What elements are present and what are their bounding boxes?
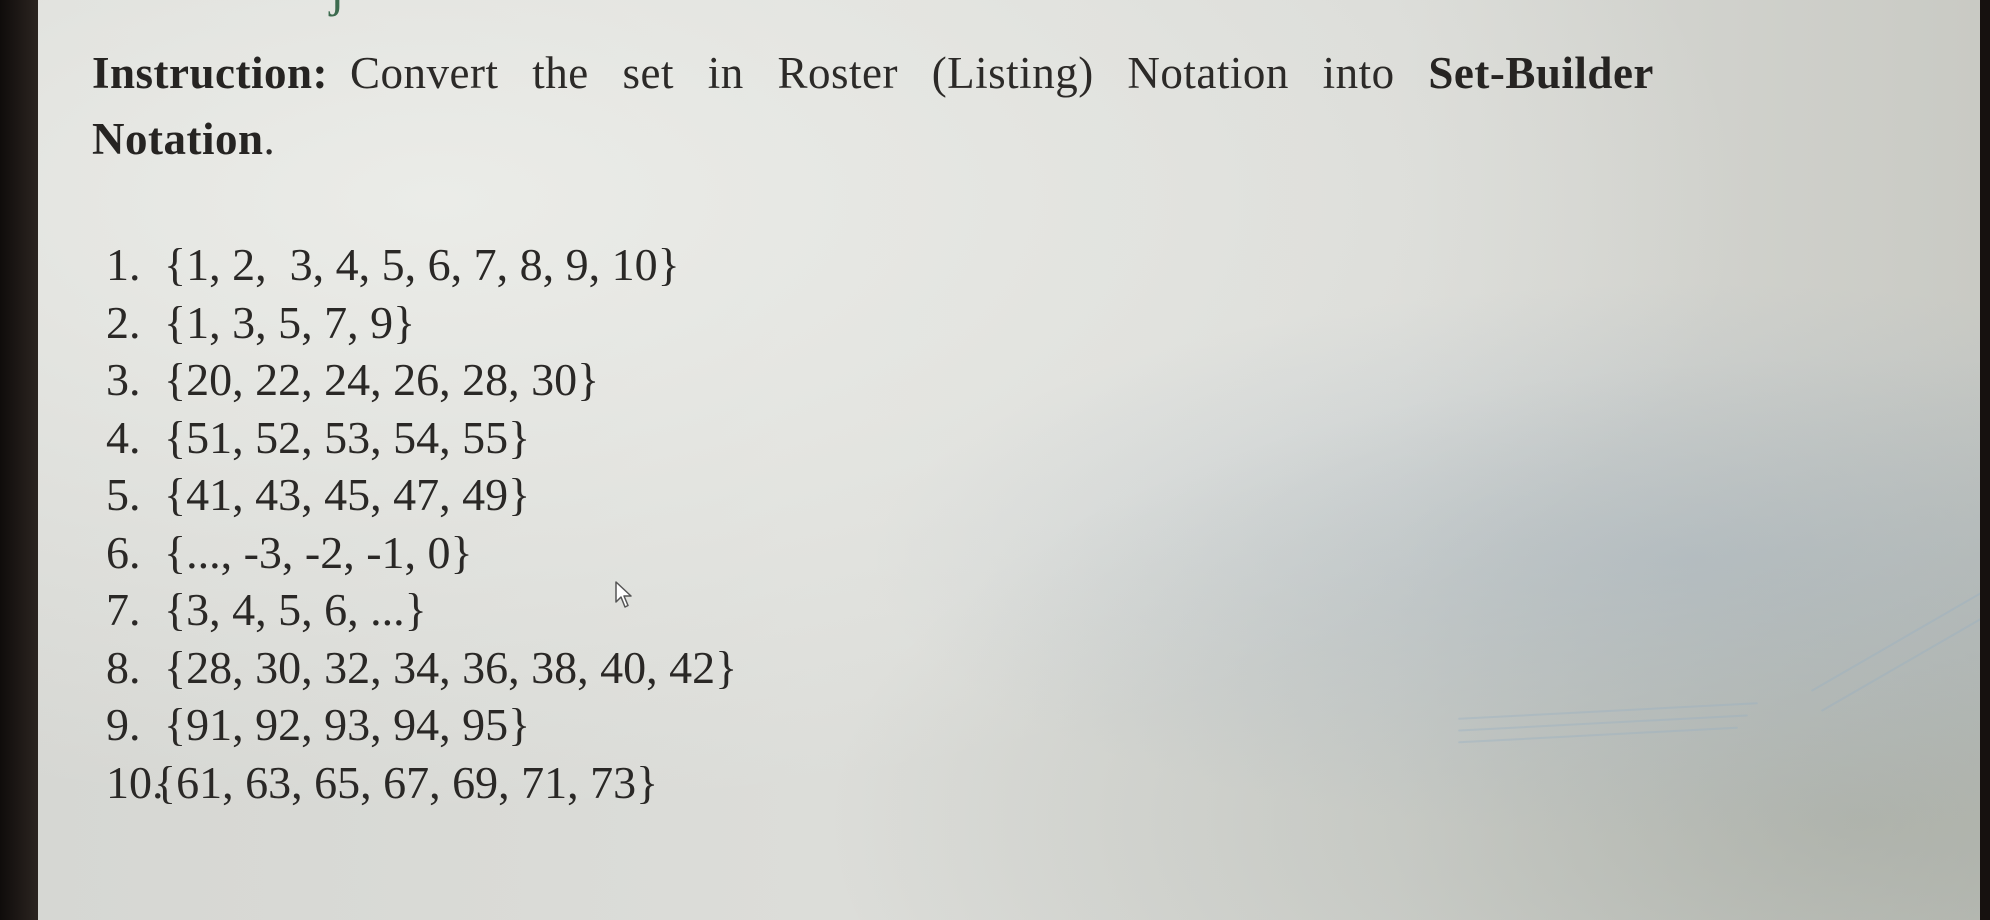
- problem-item: 8. {28, 30, 32, 34, 36, 38, 40, 42}: [106, 639, 737, 697]
- problem-item: 9. {91, 92, 93, 94, 95}: [106, 696, 737, 754]
- monitor-bezel-right: [1980, 0, 1990, 920]
- problem-set: {51, 52, 53, 54, 55}: [164, 411, 531, 463]
- cropped-heading-glyph: ȷ: [330, 0, 344, 18]
- problem-item: 7. {3, 4, 5, 6, ...}: [106, 581, 737, 639]
- background-decoration: [1820, 610, 1980, 712]
- problem-item: 2. {1, 3, 5, 7, 9}: [106, 294, 737, 352]
- instruction-bold-continuation: Notation: [92, 114, 264, 164]
- instruction-bold-term: Set-Builder: [1428, 48, 1654, 98]
- instruction-text: Convert the set in Roster (Listing) Nota…: [350, 48, 1395, 98]
- problem-set: {91, 92, 93, 94, 95}: [164, 699, 531, 750]
- problem-list: 1. {1, 2, 3, 4, 5, 6, 7, 8, 9, 10} 2. {1, …: [106, 236, 737, 811]
- problem-number: 7.: [106, 584, 141, 635]
- problem-item: 3. {20, 22, 24, 26, 28, 30}: [106, 351, 737, 409]
- background-decoration: [1810, 590, 1980, 692]
- problem-number: 8.: [106, 641, 141, 693]
- problem-item: 4. {51, 52, 53, 54, 55}: [106, 409, 737, 467]
- problem-item: 5. {41, 43, 45, 47, 49}: [106, 466, 737, 524]
- problem-number: 3.: [106, 354, 141, 405]
- problem-number: 9.: [106, 699, 141, 750]
- problem-number: 6.: [106, 526, 141, 578]
- instruction-ending: .: [263, 114, 276, 164]
- problem-item: 1. {1, 2, 3, 4, 5, 6, 7, 8, 9, 10}: [106, 236, 737, 294]
- problem-number: 4.: [106, 411, 141, 463]
- problem-set: {28, 30, 32, 34, 36, 38, 40, 42}: [164, 641, 738, 693]
- instruction-label: Instruction:: [92, 48, 329, 98]
- problem-number: 5.: [106, 469, 141, 520]
- problem-set: {41, 43, 45, 47, 49}: [164, 469, 531, 520]
- problem-number: 2.: [106, 296, 141, 348]
- problem-set: {1, 2, 3, 4, 5, 6, 7, 8, 9, 10}: [164, 239, 680, 290]
- problem-item: 6. {..., -3, -2, -1, 0}: [106, 524, 737, 582]
- problem-number: 10.: [106, 756, 164, 808]
- problem-number: 1.: [106, 239, 141, 290]
- problem-set: {1, 3, 5, 7, 9}: [164, 296, 416, 348]
- problem-set: {61, 63, 65, 67, 69, 71, 73}: [154, 756, 659, 808]
- problem-set: {..., -3, -2, -1, 0}: [164, 526, 473, 578]
- screen: ȷ Instruction: Convert the set in Roster …: [38, 0, 1980, 920]
- mouse-pointer-arrow-icon: [615, 581, 632, 608]
- instruction-paragraph: Instruction: Convert the set in Roster (L…: [92, 40, 1980, 172]
- problem-item: 10. {61, 63, 65, 67, 69, 71, 73}: [106, 754, 737, 812]
- monitor-bezel-left: [0, 0, 38, 920]
- problem-set: {20, 22, 24, 26, 28, 30}: [164, 354, 600, 405]
- problem-set: {3, 4, 5, 6, ...}: [164, 584, 427, 635]
